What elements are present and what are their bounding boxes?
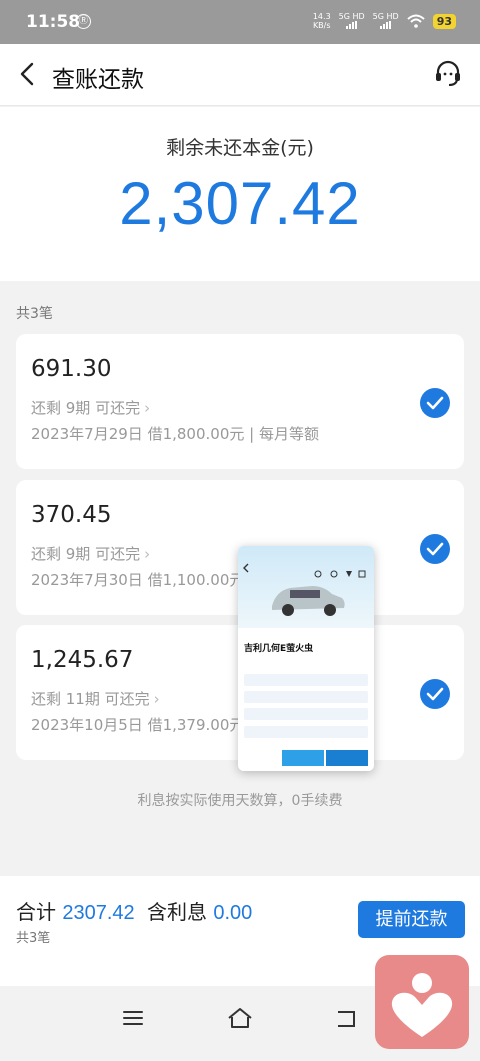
network-speed-value: 14.3: [312, 12, 331, 21]
status-indicators: 14.3 KB/s 5G HD 5G HD 93: [313, 12, 456, 30]
loan-card[interactable]: 691.30 还剩 9期 可还完 › 2023年7月29日 借1,800.00元 …: [16, 334, 464, 469]
chevron-right-icon: ›: [144, 545, 151, 563]
loan-remaining-link[interactable]: 还剩 11期 可还完 ›: [31, 688, 160, 709]
checked-checkbox-icon[interactable]: [420, 388, 450, 418]
loan-detail: 2023年10月5日 借1,379.00元: [31, 716, 245, 734]
page-title: 查账还款: [52, 67, 144, 93]
checked-checkbox-icon[interactable]: [420, 679, 450, 709]
car-image: [243, 563, 366, 616]
car-spec-row: [244, 708, 368, 720]
back-arrow-icon[interactable]: [14, 58, 46, 90]
loan-count-label: 共3笔: [16, 306, 53, 322]
total-value: 2307.42: [62, 902, 135, 924]
loan-remaining-text: 还剩 11期 可还完: [31, 690, 150, 708]
car-action-bar: [238, 747, 374, 771]
loan-amount: 1,245.67: [31, 647, 134, 673]
network-speed: 14.3 KB/s: [313, 12, 331, 30]
loan-remaining-text: 还剩 9期 可还完: [31, 545, 141, 563]
car-hero-image: [238, 546, 374, 628]
battery-indicator: 93: [432, 13, 456, 29]
sim2-label: 5G HD: [372, 12, 399, 21]
home-icon[interactable]: [226, 1006, 254, 1030]
loan-detail: 2023年7月29日 借1,800.00元 | 每月等额: [31, 425, 319, 443]
loan-remaining-link[interactable]: 还剩 9期 可还完 ›: [31, 397, 150, 418]
heart-person-icon: [391, 973, 453, 1037]
prepay-button[interactable]: 提前还款: [358, 901, 465, 938]
checked-checkbox-icon[interactable]: [420, 534, 450, 564]
car-spec-row: [244, 726, 368, 738]
floating-assistant-button[interactable]: [375, 955, 469, 1049]
remaining-principal-label: 剩余未还本金(元): [166, 137, 314, 159]
customer-service-icon[interactable]: [432, 58, 464, 90]
interest-value: 0.00: [213, 902, 253, 924]
loan-detail: 2023年7月30日 借1,100.00元: [31, 571, 245, 589]
status-time: 11:58: [26, 12, 81, 32]
interest-label: 含利息: [147, 900, 208, 924]
car-action-button[interactable]: [326, 750, 368, 766]
total-count: 共3笔: [16, 931, 51, 946]
sim1-label: 5G HD: [338, 12, 365, 21]
status-bar: 11:58 Ⓡ 14.3 KB/s 5G HD 5G HD 93: [0, 0, 480, 44]
loan-remaining-text: 还剩 9期 可还完: [31, 399, 141, 417]
wifi-icon: [407, 14, 425, 28]
back-nav-icon[interactable]: [334, 1006, 360, 1030]
sim2-signal-icon: 5G HD: [373, 13, 399, 29]
nav-bar: 查账还款: [0, 44, 480, 106]
loan-amount: 370.45: [31, 502, 112, 528]
interest-note: 利息按实际使用天数算，0手续费: [137, 793, 343, 809]
car-spec-row: [244, 691, 368, 703]
loan-remaining-link[interactable]: 还剩 9期 可还完 ›: [31, 543, 150, 564]
app-notification-icon: Ⓡ: [76, 14, 91, 29]
chevron-right-icon: ›: [144, 399, 151, 417]
loan-amount: 691.30: [31, 356, 112, 382]
total-label: 合计: [16, 900, 56, 924]
car-title: 吉利几何E萤火虫: [244, 644, 314, 654]
floating-car-ad-window[interactable]: 吉利几何E萤火虫: [238, 546, 374, 771]
menu-icon[interactable]: [121, 1006, 145, 1030]
network-speed-unit: KB/s: [312, 21, 331, 30]
total-line: 合计 2307.42 含利息 0.00: [16, 896, 252, 925]
principal-summary: 剩余未还本金(元) 2,307.42: [0, 107, 480, 281]
car-spec-row: [244, 674, 368, 686]
sim1-signal-icon: 5G HD: [339, 13, 365, 29]
chevron-right-icon: ›: [153, 690, 160, 708]
car-action-button[interactable]: [282, 750, 324, 766]
remaining-principal-amount: 2,307.42: [119, 170, 361, 237]
